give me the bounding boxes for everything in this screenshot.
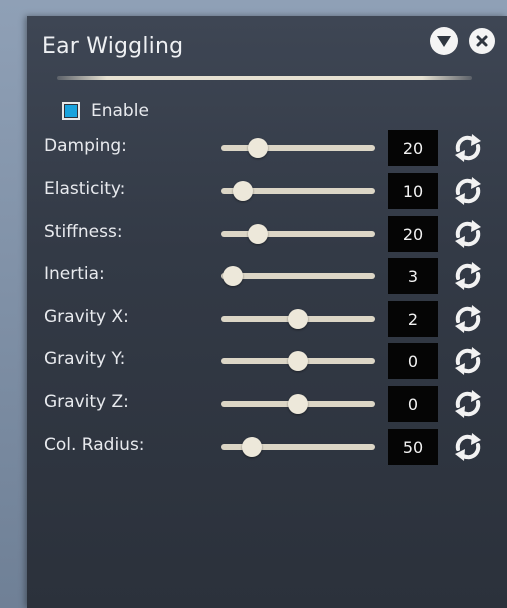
collapse-button[interactable] [430, 27, 458, 55]
reset-icon [455, 262, 481, 290]
parameter-value-field[interactable]: 0 [388, 343, 438, 379]
parameter-label: Gravity Y: [44, 349, 126, 369]
parameter-slider[interactable] [221, 429, 375, 465]
enable-toggle[interactable]: Enable [62, 99, 149, 123]
parameter-label: Stiffness: [44, 222, 123, 242]
reset-button[interactable] [452, 432, 484, 462]
reset-icon [455, 177, 481, 205]
parameter-value-field[interactable]: 2 [388, 301, 438, 337]
slider-track [221, 231, 375, 237]
reset-button[interactable] [452, 176, 484, 206]
parameter-value-field[interactable]: 3 [388, 258, 438, 294]
triangle-down-icon [437, 36, 451, 47]
parameter-row: Elasticity: 10 [27, 173, 507, 209]
reset-icon [455, 433, 481, 461]
parameter-slider[interactable] [221, 258, 375, 294]
reset-button[interactable] [452, 389, 484, 419]
slider-thumb[interactable] [288, 309, 308, 329]
parameter-value-field[interactable]: 20 [388, 216, 438, 252]
reset-button[interactable] [452, 133, 484, 163]
parameter-label: Inertia: [44, 264, 105, 284]
parameter-row: Stiffness: 20 [27, 216, 507, 252]
parameter-row: Inertia: 3 [27, 258, 507, 294]
reset-icon [455, 390, 481, 418]
parameter-slider[interactable] [221, 301, 375, 337]
parameter-row: Damping: 20 [27, 130, 507, 166]
reset-button[interactable] [452, 261, 484, 291]
ear-wiggling-panel: Ear Wiggling Enable Damping: 20 Elasticity… [27, 16, 507, 608]
parameter-row: Col. Radius: 50 [27, 429, 507, 465]
parameter-label: Gravity Z: [44, 392, 129, 412]
parameter-row: Gravity X: 2 [27, 301, 507, 337]
enable-label: Enable [91, 101, 149, 121]
slider-thumb[interactable] [288, 351, 308, 371]
reset-icon [455, 347, 481, 375]
title-divider [57, 76, 472, 80]
checkbox-checked-fill [65, 105, 77, 117]
reset-button[interactable] [452, 346, 484, 376]
slider-thumb[interactable] [232, 181, 253, 201]
parameter-row: Gravity Z: 0 [27, 386, 507, 422]
close-icon [476, 35, 488, 47]
parameter-value-field[interactable]: 0 [388, 386, 438, 422]
parameter-label: Col. Radius: [44, 435, 145, 455]
slider-track [221, 145, 375, 151]
close-button[interactable] [469, 28, 495, 54]
parameter-slider[interactable] [221, 386, 375, 422]
reset-button[interactable] [452, 304, 484, 334]
parameter-label: Elasticity: [44, 179, 126, 199]
parameter-value-field[interactable]: 50 [388, 429, 438, 465]
slider-thumb[interactable] [247, 224, 268, 244]
parameter-slider[interactable] [221, 173, 375, 209]
reset-button[interactable] [452, 219, 484, 249]
parameter-label: Gravity X: [44, 307, 129, 327]
slider-thumb[interactable] [247, 138, 268, 158]
reset-icon [455, 134, 481, 162]
panel-title: Ear Wiggling [42, 34, 184, 59]
slider-thumb[interactable] [241, 437, 262, 457]
parameter-row: Gravity Y: 0 [27, 343, 507, 379]
slider-thumb[interactable] [288, 394, 308, 414]
parameter-label: Damping: [44, 136, 127, 156]
parameter-slider[interactable] [221, 130, 375, 166]
parameter-slider[interactable] [221, 343, 375, 379]
parameter-value-field[interactable]: 20 [388, 130, 438, 166]
parameter-slider[interactable] [221, 216, 375, 252]
reset-icon [455, 305, 481, 333]
reset-icon [455, 220, 481, 248]
slider-thumb[interactable] [223, 266, 244, 286]
enable-checkbox[interactable] [62, 102, 80, 120]
parameter-value-field[interactable]: 10 [388, 173, 438, 209]
slider-track [221, 273, 375, 279]
